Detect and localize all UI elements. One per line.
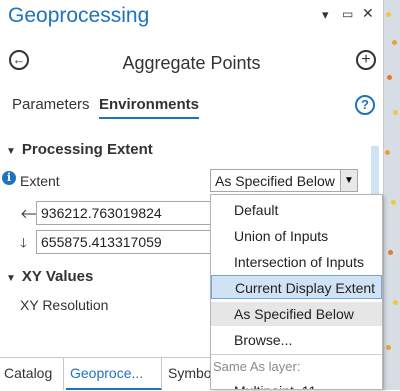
dropdown-option[interactable]: Intersection of Inputs	[211, 250, 382, 274]
tab-environments[interactable]: Environments	[99, 96, 200, 119]
chevron-down-icon: ▼	[6, 146, 16, 157]
pane-titlebar: Geoprocessing ▾ ▭ ✕	[0, 0, 383, 34]
maximize-icon[interactable]: ▭	[342, 7, 353, 21]
extent-dropdown-list: Default Union of Inputs Intersection of …	[210, 194, 383, 390]
tab-bar: Parameters Environments	[0, 94, 383, 120]
extent-select[interactable]: As Specified Below ▼	[210, 169, 358, 192]
extent-left-input[interactable]	[36, 201, 212, 225]
bottom-tab-geoprocessing[interactable]: Geoproce...	[66, 358, 162, 390]
arrow-down-icon: 🡓	[20, 235, 27, 250]
bottom-tab-catalog[interactable]: Catalog	[0, 358, 64, 390]
bottom-tab-symbology[interactable]: Symbo	[164, 358, 214, 390]
dropdown-option-selected[interactable]: As Specified Below	[211, 302, 382, 326]
dropdown-option-layer[interactable]: Multipoint_11	[211, 379, 382, 389]
map-point	[386, 345, 391, 350]
dropdown-separator	[211, 354, 382, 355]
extent-select-value: As Specified Below	[215, 173, 335, 189]
scrollbar-thumb[interactable]	[371, 146, 379, 198]
map-view-edge[interactable]	[384, 0, 400, 390]
dropdown-option[interactable]: Browse...	[211, 328, 382, 352]
map-point	[393, 110, 398, 115]
chevron-down-icon[interactable]: ▼	[340, 170, 357, 191]
map-point	[387, 75, 392, 80]
map-point	[385, 150, 390, 155]
pin-icon[interactable]: ▾	[322, 7, 329, 23]
section-xy-values[interactable]: ▼ XY Values	[6, 268, 93, 285]
chevron-down-icon: ▼	[6, 273, 16, 284]
close-icon[interactable]: ✕	[362, 5, 374, 22]
section-title: XY Values	[21, 268, 94, 285]
section-processing-extent[interactable]: ▼ Processing Extent	[6, 141, 153, 158]
map-point	[392, 40, 397, 45]
extent-bottom-input[interactable]	[36, 230, 212, 254]
dropdown-option[interactable]: Union of Inputs	[211, 224, 382, 248]
map-point	[393, 300, 398, 305]
dropdown-option[interactable]: Default	[211, 198, 382, 222]
dropdown-group-label: Same As layer:	[213, 359, 301, 374]
info-icon[interactable]: i	[2, 171, 16, 185]
section-title: Processing Extent	[21, 141, 153, 158]
plus-icon[interactable]: +	[356, 50, 376, 70]
map-point	[386, 12, 391, 17]
map-point	[388, 250, 393, 255]
xy-resolution-label: XY Resolution	[20, 297, 109, 313]
tab-parameters[interactable]: Parameters	[12, 96, 90, 113]
tool-name: Aggregate Points	[122, 53, 261, 73]
extent-label: Extent	[20, 173, 60, 189]
dropdown-option-hovered[interactable]: Current Display Extent	[211, 275, 382, 299]
map-point	[391, 200, 396, 205]
pane-title: Geoprocessing	[8, 4, 150, 27]
tool-header: ← Aggregate Points +	[0, 40, 383, 80]
help-icon[interactable]: ?	[355, 95, 375, 115]
